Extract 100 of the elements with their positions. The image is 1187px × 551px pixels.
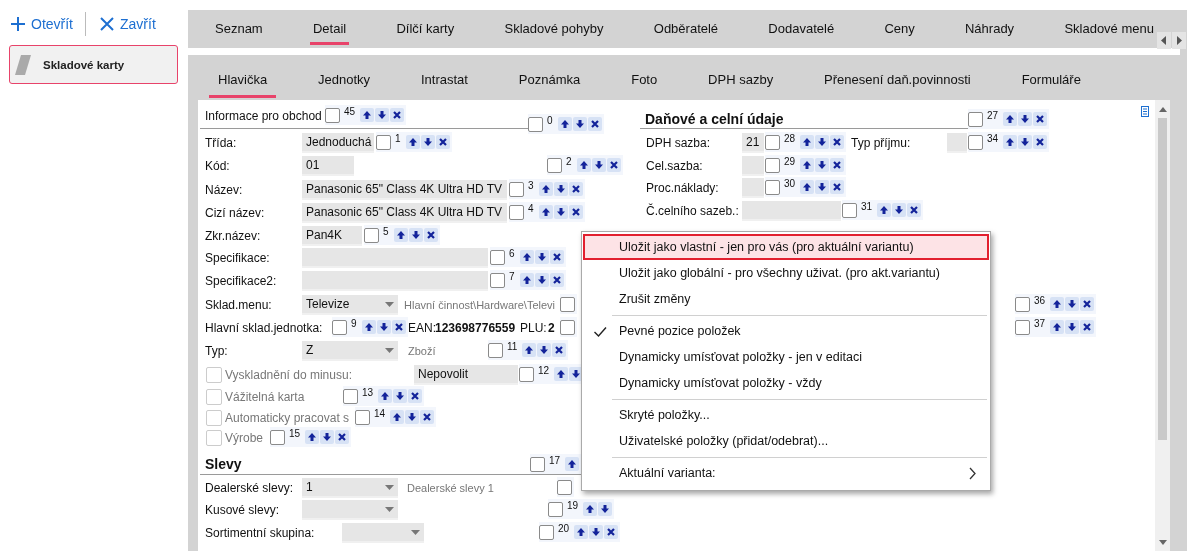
checkbox[interactable] bbox=[490, 273, 505, 288]
tab[interactable]: Ceny bbox=[881, 15, 918, 45]
arrow-down-icon[interactable] bbox=[553, 182, 568, 196]
input-field[interactable]: Panasonic 65" Class 4K Ultra HD TV bbox=[302, 203, 507, 223]
menu-item[interactable]: Dynamicky umísťovat položky - vždy bbox=[583, 370, 989, 396]
close-icon[interactable] bbox=[830, 135, 845, 149]
close-icon[interactable] bbox=[830, 158, 845, 172]
arrow-down-icon[interactable] bbox=[572, 117, 587, 131]
checkbox[interactable] bbox=[547, 158, 562, 173]
input-field[interactable]: Pan4K bbox=[302, 226, 362, 246]
arrow-up-icon[interactable] bbox=[574, 525, 589, 539]
tab[interactable]: Formuláře bbox=[1012, 63, 1090, 98]
arrow-down-icon[interactable] bbox=[598, 502, 613, 516]
close-icon[interactable] bbox=[549, 273, 564, 287]
arrow-down-icon[interactable] bbox=[534, 250, 549, 264]
close-icon[interactable] bbox=[435, 135, 450, 149]
arrow-down-icon[interactable] bbox=[1018, 112, 1033, 126]
arrow-down-icon[interactable] bbox=[405, 410, 420, 424]
tab[interactable]: Intrastat bbox=[412, 63, 477, 98]
menu-item[interactable]: Uložit jako globální - pro všechny uživat. (pro akt.variantu) bbox=[583, 260, 989, 286]
tab[interactable]: Dodavatelé bbox=[765, 15, 838, 45]
checkbox[interactable] bbox=[509, 182, 524, 197]
checkbox[interactable] bbox=[530, 457, 545, 472]
tab[interactable]: Skladové pohyby bbox=[501, 15, 607, 45]
close-icon[interactable] bbox=[420, 410, 435, 424]
tab[interactable]: Odběratelé bbox=[650, 15, 722, 45]
arrow-down-icon[interactable] bbox=[375, 108, 390, 122]
close-icon[interactable] bbox=[1080, 320, 1095, 334]
checkbox[interactable] bbox=[1015, 320, 1030, 335]
arrow-up-icon[interactable] bbox=[538, 205, 553, 219]
menu-item[interactable]: Pevné pozice položek bbox=[583, 318, 989, 344]
arrow-up-icon[interactable] bbox=[557, 117, 572, 131]
dropdown-field[interactable] bbox=[342, 523, 424, 543]
close-icon[interactable] bbox=[604, 525, 619, 539]
checkbox[interactable] bbox=[325, 108, 340, 123]
checkbox[interactable] bbox=[488, 343, 503, 358]
close-button[interactable]: Zavřít bbox=[100, 16, 156, 32]
checkbox[interactable] bbox=[557, 480, 572, 495]
checkbox[interactable] bbox=[376, 135, 391, 150]
scroll-right-icon[interactable] bbox=[1172, 32, 1186, 49]
checkbox[interactable] bbox=[842, 203, 857, 218]
tab[interactable]: Jednotky bbox=[309, 63, 380, 98]
arrow-up-icon[interactable] bbox=[378, 389, 393, 403]
input-field[interactable] bbox=[742, 201, 841, 221]
close-icon[interactable] bbox=[423, 228, 438, 242]
tab[interactable]: Seznam bbox=[212, 15, 266, 45]
close-icon[interactable] bbox=[830, 180, 845, 194]
arrow-up-icon[interactable] bbox=[1050, 297, 1065, 311]
arrow-down-icon[interactable] bbox=[589, 525, 604, 539]
dropdown-field[interactable]: Z bbox=[302, 341, 398, 361]
scroll-left-icon[interactable] bbox=[1157, 32, 1171, 49]
checkbox[interactable] bbox=[490, 250, 505, 265]
arrow-up-icon[interactable] bbox=[565, 457, 580, 471]
checkbox[interactable] bbox=[539, 525, 554, 540]
close-icon[interactable] bbox=[606, 158, 621, 172]
dropdown-field[interactable]: 1 bbox=[302, 478, 398, 498]
arrow-up-icon[interactable] bbox=[522, 343, 537, 357]
checkbox[interactable] bbox=[560, 320, 575, 335]
tab[interactable]: Hlavička bbox=[209, 63, 277, 98]
arrow-up-icon[interactable] bbox=[393, 228, 408, 242]
tab[interactable]: Poznámka bbox=[509, 63, 590, 98]
menu-item[interactable]: Uživatelské položky (přidat/odebrat)... bbox=[583, 428, 989, 454]
arrow-down-icon[interactable] bbox=[892, 203, 907, 217]
arrow-down-icon[interactable] bbox=[1018, 135, 1033, 149]
input-field[interactable]: 21 bbox=[742, 133, 764, 153]
dropdown-field[interactable]: Televize bbox=[302, 295, 398, 315]
close-icon[interactable] bbox=[587, 117, 602, 131]
checkbox[interactable] bbox=[548, 502, 563, 517]
menu-item[interactable]: Dynamicky umísťovat položky - jen v editaci bbox=[583, 344, 989, 370]
scroll-up-icon[interactable] bbox=[1157, 105, 1168, 114]
arrow-up-icon[interactable] bbox=[877, 203, 892, 217]
checkbox[interactable] bbox=[765, 158, 780, 173]
arrow-up-icon[interactable] bbox=[800, 135, 815, 149]
scrollbar[interactable] bbox=[1155, 100, 1170, 551]
close-icon[interactable] bbox=[1033, 112, 1048, 126]
close-icon[interactable] bbox=[408, 389, 423, 403]
arrow-down-icon[interactable] bbox=[815, 135, 830, 149]
close-icon[interactable] bbox=[335, 430, 350, 444]
input-field[interactable] bbox=[302, 271, 488, 291]
open-button[interactable]: Otevřít bbox=[11, 16, 73, 32]
arrow-down-icon[interactable] bbox=[320, 430, 335, 444]
arrow-down-icon[interactable] bbox=[534, 273, 549, 287]
tab[interactable]: Foto bbox=[622, 63, 667, 98]
arrow-up-icon[interactable] bbox=[1050, 320, 1065, 334]
arrow-up-icon[interactable] bbox=[360, 108, 375, 122]
input-field[interactable] bbox=[742, 156, 764, 176]
menu-item[interactable]: Aktuální varianta: bbox=[583, 460, 989, 486]
close-icon[interactable] bbox=[1080, 297, 1095, 311]
input-field[interactable]: 01 bbox=[302, 156, 354, 176]
arrow-down-icon[interactable] bbox=[591, 158, 606, 172]
list-icon[interactable] bbox=[1141, 106, 1149, 117]
input-field[interactable] bbox=[302, 248, 488, 268]
checkbox[interactable] bbox=[332, 320, 347, 335]
tab[interactable]: Skladové menu bbox=[1061, 15, 1157, 45]
arrow-up-icon[interactable] bbox=[390, 410, 405, 424]
checkbox[interactable] bbox=[528, 117, 543, 132]
close-icon[interactable] bbox=[391, 320, 406, 334]
input-field[interactable] bbox=[742, 178, 764, 198]
arrow-up-icon[interactable] bbox=[554, 367, 569, 381]
arrow-up-icon[interactable] bbox=[576, 158, 591, 172]
